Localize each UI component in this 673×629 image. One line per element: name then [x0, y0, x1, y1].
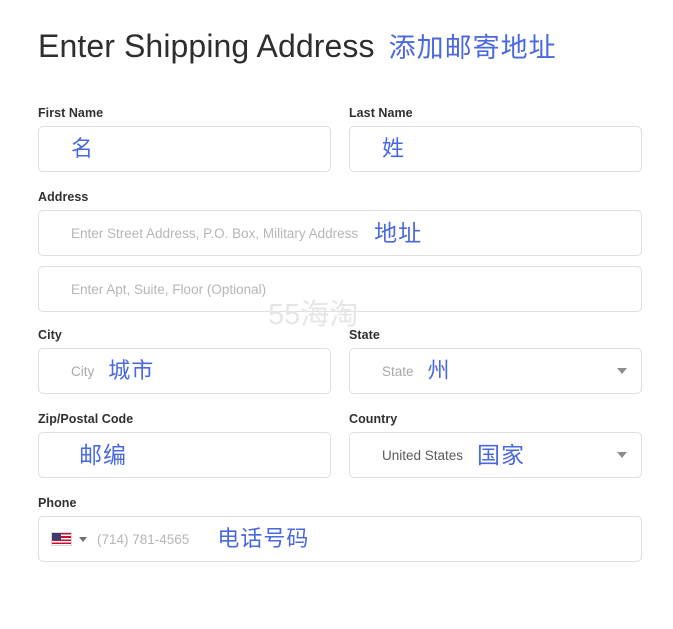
address-label: Address: [38, 190, 89, 204]
page-title-english: Enter Shipping Address: [38, 28, 375, 64]
state-label: State: [349, 328, 380, 342]
city-placeholder: City: [71, 363, 95, 379]
city-state-row: City City 城市 State State 州: [38, 328, 642, 394]
flag-canton: [52, 533, 61, 540]
country-select[interactable]: United States 国家: [349, 432, 642, 478]
page-title-chinese-annotation: 添加邮寄地址: [388, 33, 557, 63]
last-name-input[interactable]: 姓: [349, 126, 642, 172]
country-annotation: 国家: [477, 441, 526, 468]
phone-input[interactable]: (714) 781-4565 电话号码: [38, 516, 642, 562]
first-name-field-group: First Name 名: [38, 106, 331, 172]
last-name-field-group: Last Name 姓: [349, 106, 642, 172]
city-label: City: [38, 328, 62, 342]
first-name-label: First Name: [38, 106, 104, 120]
address-field-group: Address Enter Street Address, P.O. Box, …: [38, 190, 642, 256]
last-name-label: Last Name: [349, 106, 413, 120]
address2-input[interactable]: Enter Apt, Suite, Floor (Optional): [38, 266, 642, 312]
row-spacer-3: [38, 312, 642, 328]
phone-row: Phone (714) 781-4565 电话号码: [38, 496, 642, 562]
address2-row: Enter Apt, Suite, Floor (Optional): [38, 266, 642, 312]
address-input[interactable]: Enter Street Address, P.O. Box, Military…: [38, 210, 642, 256]
country-field-group: Country United States 国家: [349, 412, 642, 478]
phone-placeholder: (714) 781-4565: [97, 531, 190, 547]
page-title: Enter Shipping Address 添加邮寄地址: [38, 26, 557, 65]
first-name-input[interactable]: 名: [38, 126, 331, 172]
zip-country-row: Zip/Postal Code 邮编 Country United States…: [38, 412, 642, 478]
address2-field-group: Enter Apt, Suite, Floor (Optional): [38, 266, 642, 312]
city-annotation: 城市: [108, 358, 155, 383]
zip-field-group: Zip/Postal Code 邮编: [38, 412, 331, 478]
first-name-annotation: 名: [71, 136, 95, 161]
name-row: First Name 名 Last Name 姓: [38, 106, 642, 172]
phone-field-group: Phone (714) 781-4565 电话号码: [38, 496, 642, 562]
address2-placeholder: Enter Apt, Suite, Floor (Optional): [71, 281, 267, 297]
row-spacer-4: [38, 394, 642, 412]
chevron-down-icon[interactable]: [617, 452, 627, 458]
state-placeholder: State: [382, 363, 414, 379]
shipping-address-form: First Name 名 Last Name 姓 Address Enter S…: [38, 106, 642, 562]
phone-annotation: 电话号码: [217, 526, 310, 551]
city-field-group: City City 城市: [38, 328, 331, 394]
zip-input[interactable]: 邮编: [38, 432, 331, 478]
row-spacer-2: [38, 256, 642, 266]
address-annotation: 地址: [374, 219, 423, 246]
country-label: Country: [349, 412, 398, 426]
chevron-down-icon[interactable]: [617, 368, 627, 374]
shipping-address-page: Enter Shipping Address 添加邮寄地址 First Name…: [0, 0, 673, 629]
address-placeholder: Enter Street Address, P.O. Box, Military…: [71, 225, 359, 241]
state-annotation: 州: [427, 358, 451, 383]
state-field-group: State State 州: [349, 328, 642, 394]
city-input[interactable]: City 城市: [38, 348, 331, 394]
us-flag-icon[interactable]: [51, 532, 72, 546]
phone-label: Phone: [38, 496, 77, 510]
address-row: Address Enter Street Address, P.O. Box, …: [38, 190, 642, 256]
last-name-annotation: 姓: [382, 136, 406, 161]
row-spacer: [38, 172, 642, 190]
country-value: United States: [382, 447, 464, 463]
zip-label: Zip/Postal Code: [38, 412, 134, 426]
zip-annotation: 邮编: [79, 441, 127, 468]
state-select[interactable]: State 州: [349, 348, 642, 394]
chevron-down-icon[interactable]: [79, 536, 87, 542]
row-spacer-5: [38, 478, 642, 496]
